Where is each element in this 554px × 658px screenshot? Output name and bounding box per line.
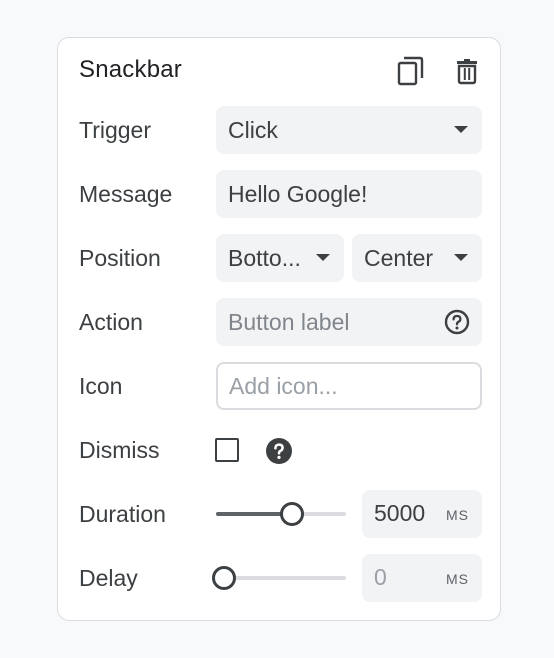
delay-unit: MS	[446, 571, 469, 587]
duration-input[interactable]: 5000 MS	[362, 490, 482, 538]
duration-unit: MS	[446, 507, 469, 523]
trash-icon[interactable]	[451, 54, 483, 88]
dismiss-label: Dismiss	[79, 437, 160, 463]
dismiss-checkbox[interactable]	[215, 438, 239, 462]
trigger-select[interactable]: Click	[216, 106, 482, 154]
action-label: Action	[79, 309, 143, 335]
help-outline-icon[interactable]	[444, 309, 470, 335]
panel-title: Snackbar	[79, 56, 182, 83]
delay-input[interactable]: 0 MS	[362, 554, 482, 602]
message-label: Message	[79, 181, 173, 207]
position-horizontal-select[interactable]: Center	[352, 234, 482, 282]
position-vertical-select[interactable]: Botto...	[216, 234, 344, 282]
chevron-down-icon	[316, 254, 330, 261]
action-placeholder: Button label	[228, 308, 350, 335]
icon-label: Icon	[79, 373, 123, 399]
position-label: Position	[79, 245, 161, 271]
delay-slider-thumb[interactable]	[212, 566, 236, 590]
action-input[interactable]: Button label	[216, 298, 482, 346]
chevron-down-icon	[454, 126, 468, 133]
delay-label: Delay	[79, 565, 138, 591]
position-vertical-value: Botto...	[228, 244, 301, 271]
duration-value: 5000	[374, 500, 426, 526]
duration-slider-thumb[interactable]	[280, 502, 305, 526]
trigger-label: Trigger	[79, 117, 151, 143]
snackbar-panel: Snackbar Trigger Click Message Hello Goo…	[57, 37, 501, 621]
trigger-value: Click	[228, 116, 278, 143]
position-horizontal-value: Center	[364, 244, 434, 271]
copy-icon[interactable]	[394, 54, 426, 88]
message-input[interactable]: Hello Google!	[216, 170, 482, 218]
duration-label: Duration	[79, 501, 166, 527]
icon-placeholder: Add icon...	[229, 372, 338, 399]
message-value: Hello Google!	[228, 180, 368, 207]
help-filled-icon[interactable]	[265, 437, 293, 465]
chevron-down-icon	[454, 254, 468, 261]
icon-input[interactable]: Add icon...	[216, 362, 482, 410]
delay-value: 0	[374, 564, 387, 590]
